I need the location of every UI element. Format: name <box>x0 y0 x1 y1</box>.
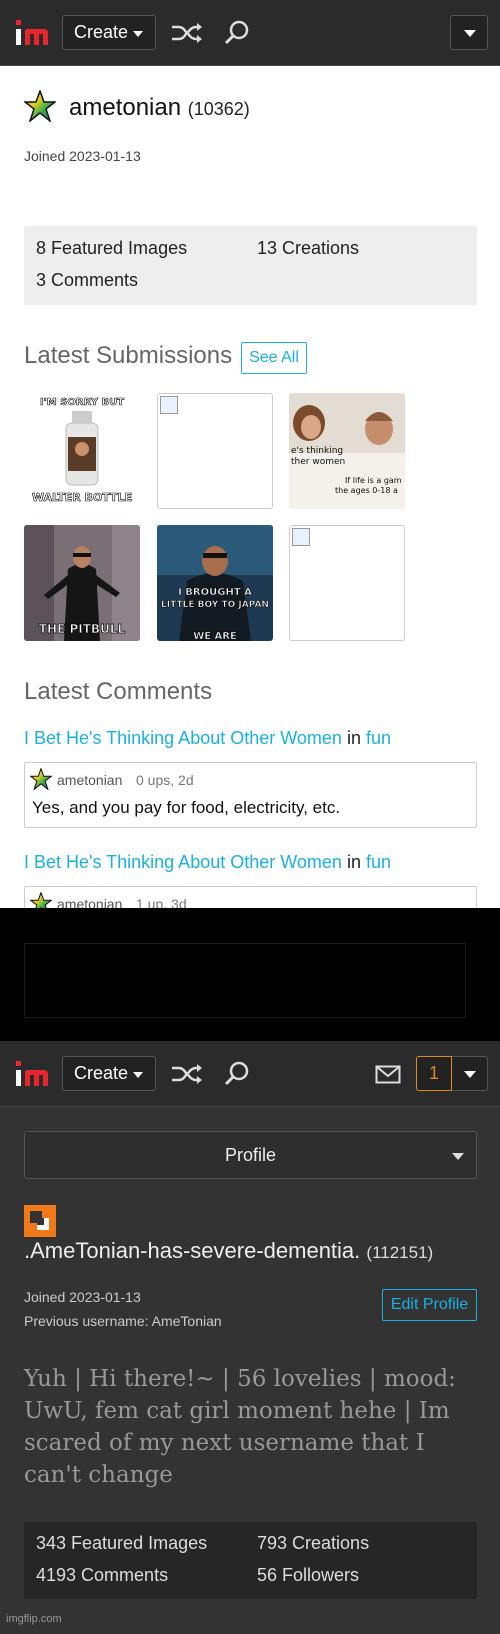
comment-post-link[interactable]: I Bet He's Thinking About Other Women <box>24 852 342 872</box>
profile-stats: 343 Featured Images 793 Creations 4193 C… <box>24 1522 477 1599</box>
create-button[interactable]: Create <box>62 1056 156 1091</box>
comment-card: ametonian 1 up, 3d <box>24 886 477 908</box>
thumb-caption-bottom: WE ARE <box>193 631 237 641</box>
chevron-down-icon <box>464 30 476 37</box>
comment-author[interactable]: ametonian <box>57 772 122 788</box>
comment-post-link[interactable]: I Bet He's Thinking About Other Women <box>24 728 342 748</box>
comment-text: Yes, and you pay for food, electricity, … <box>32 798 341 817</box>
thumb-caption: ther women <box>291 457 345 467</box>
chevron-down-icon <box>464 1071 476 1078</box>
thumb-caption-bottom: THE PITBULL <box>39 622 126 636</box>
latest-comments-title: Latest Comments <box>24 678 213 705</box>
menu-dropdown-button[interactable] <box>452 1056 488 1091</box>
comment-post-line: I Bet He's Thinking About Other Women in… <box>24 852 391 873</box>
submission-thumbnail[interactable]: THE PITBULL <box>24 525 140 641</box>
in-text: in <box>346 852 361 872</box>
profile-username: .AmeTonian-has-severe-dementia. (112151) <box>24 1238 433 1264</box>
latest-submissions-title: Latest Submissions <box>24 342 233 369</box>
creations-link[interactable]: 793 Creations <box>257 1533 369 1554</box>
submission-thumbnail[interactable]: e's thinking ther women If life is a gam… <box>289 393 405 509</box>
menu-dropdown-button[interactable] <box>450 15 488 50</box>
profile-select-label: Profile <box>224 1145 277 1165</box>
thumb-caption-top: I BROUGHT A <box>178 587 252 598</box>
avatar <box>24 1205 56 1237</box>
comment-post-line: I Bet He's Thinking About Other Women in… <box>24 728 391 749</box>
watermark: imgflip.com <box>6 1613 62 1625</box>
top-navbar: Create 1 <box>0 1041 500 1107</box>
imgflip-logo[interactable] <box>14 17 50 49</box>
comments-link[interactable]: 3 Comments <box>36 270 138 291</box>
shuffle-icon[interactable] <box>170 21 204 45</box>
profile-username: ametonian (10362) <box>69 94 250 122</box>
create-label: Create <box>74 22 129 42</box>
profile-page-old: ametonian (10362) Joined 2023-01-13 8 Fe… <box>0 66 500 908</box>
submission-thumbnail[interactable]: I'M SORRY BUT WALTER BOTTLE <box>24 393 140 509</box>
comment-author[interactable]: ametonian <box>57 896 122 908</box>
avatar-star-icon <box>30 768 52 790</box>
profile-stats: 8 Featured Images 13 Creations 3 Comment… <box>24 226 477 305</box>
thumb-caption: e's thinking <box>291 446 343 456</box>
walter-bottle-image: I'M SORRY BUT WALTER BOTTLE <box>24 393 140 509</box>
top-navbar: Create <box>0 0 500 66</box>
broken-image-icon <box>292 528 310 546</box>
profile-section-select[interactable]: Profile <box>24 1131 477 1179</box>
edit-profile-button[interactable]: Edit Profile <box>382 1289 477 1321</box>
chevron-down-icon <box>133 1072 143 1078</box>
followers-link[interactable]: 56 Followers <box>257 1565 359 1586</box>
pitbull-image: THE PITBULL <box>24 525 140 641</box>
shuffle-icon[interactable] <box>170 1062 204 1086</box>
create-button[interactable]: Create <box>62 15 156 50</box>
search-icon[interactable] <box>224 1060 250 1086</box>
profile-bio: Yuh | Hi there!~ | 56 lovelies | mood: U… <box>24 1366 456 1488</box>
comment-meta: 1 up, 3d <box>136 896 187 908</box>
comment-meta: 0 ups, 2d <box>136 772 194 788</box>
imgflip-logo[interactable] <box>14 1058 50 1090</box>
create-label: Create <box>74 1063 129 1083</box>
ad-placeholder <box>24 943 466 1018</box>
creations-link[interactable]: 13 Creations <box>257 238 359 259</box>
thumb-caption-middle: LITTLE BOY TO JAPAN <box>161 600 269 610</box>
submission-thumbnail[interactable] <box>289 525 405 641</box>
featured-images-link[interactable]: 343 Featured Images <box>36 1533 207 1554</box>
mail-icon[interactable] <box>375 1065 401 1084</box>
thumb-caption-bottom: WALTER BOTTLE <box>32 491 132 504</box>
search-icon[interactable] <box>224 19 250 45</box>
avatar-star-icon <box>24 90 56 122</box>
broken-image-icon <box>160 396 178 414</box>
thumb-caption-top: I'M SORRY BUT <box>40 397 124 408</box>
see-all-button[interactable]: See All <box>241 342 307 374</box>
featured-images-link[interactable]: 8 Featured Images <box>36 238 187 259</box>
profile-page-new: Create 1 Profile .AmeTonian-has-severe-d… <box>0 1041 500 1634</box>
username-text: ametonian <box>69 94 182 121</box>
little-boy-japan-image: I BROUGHT A LITTLE BOY TO JAPAN WE ARE <box>157 525 273 641</box>
in-text: in <box>346 728 361 748</box>
comments-link[interactable]: 4193 Comments <box>36 1565 168 1586</box>
comment-card: ametonian 0 ups, 2d Yes, and you pay for… <box>24 762 477 828</box>
avatar-star-icon <box>30 892 52 908</box>
thumb-caption: the ages 0-18 a <box>335 486 398 495</box>
submission-thumbnail[interactable] <box>157 393 273 509</box>
comment-stream-link[interactable]: fun <box>366 852 391 872</box>
thinking-about-other-women-image: e's thinking ther women If life is a gam… <box>289 393 405 509</box>
joined-date: Joined 2023-01-13 <box>24 1289 141 1305</box>
chevron-down-icon <box>452 1153 464 1160</box>
comment-stream-link[interactable]: fun <box>366 728 391 748</box>
submission-thumbnail[interactable]: I BROUGHT A LITTLE BOY TO JAPAN WE ARE <box>157 525 273 641</box>
joined-date: Joined 2023-01-13 <box>24 148 141 164</box>
username-text: .AmeTonian-has-severe-dementia. <box>24 1238 361 1263</box>
user-points: (112151) <box>366 1243 434 1262</box>
notification-count-button[interactable]: 1 <box>416 1056 452 1091</box>
previous-username: Previous username: AmeTonian <box>24 1313 222 1329</box>
chevron-down-icon <box>133 31 143 37</box>
user-points: (10362) <box>187 99 250 119</box>
thumb-caption: If life is a gam <box>345 476 402 485</box>
